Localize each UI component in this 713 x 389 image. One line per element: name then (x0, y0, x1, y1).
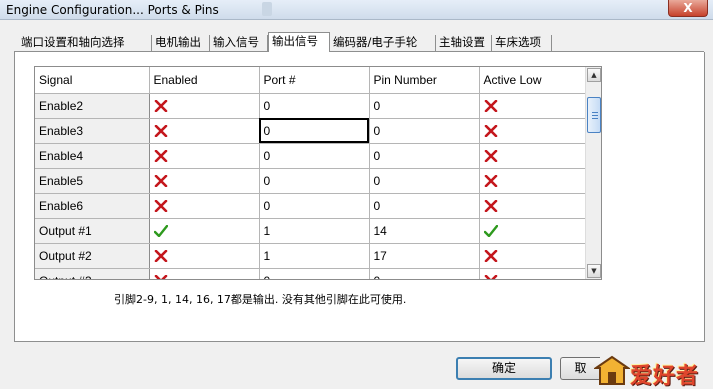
port-number-cell[interactable]: 1 (259, 218, 370, 244)
enabled-toggle[interactable] (149, 193, 260, 219)
red-x-icon (154, 99, 168, 113)
tab-spindle-setup[interactable]: 主轴设置 (436, 35, 492, 52)
port-number-cell[interactable]: 1 (259, 243, 370, 269)
enabled-toggle[interactable] (149, 143, 260, 169)
red-x-icon (484, 249, 498, 263)
red-x-icon (484, 199, 498, 213)
window-title: Engine Configuration... Ports & Pins (6, 3, 219, 17)
table-row[interactable]: Enable6 0 0 (35, 193, 588, 219)
signal-name-cell[interactable]: Output #3 (35, 268, 150, 279)
port-number-cell[interactable]: 0 (259, 93, 370, 119)
signal-name-cell[interactable]: Enable2 (35, 93, 150, 119)
signal-name-cell[interactable]: Enable4 (35, 143, 150, 169)
red-x-icon (154, 149, 168, 163)
tab-motor-outputs[interactable]: 电机输出 (152, 35, 210, 52)
red-x-icon (484, 274, 498, 279)
port-number-cell[interactable]: 0 (259, 268, 370, 279)
enabled-toggle[interactable] (149, 93, 260, 119)
pin-number-cell[interactable]: 0 (369, 193, 480, 219)
table-row[interactable]: Enable2 0 0 (35, 93, 588, 119)
signal-name-cell[interactable]: Output #1 (35, 218, 150, 244)
enabled-toggle[interactable] (149, 118, 260, 144)
watermark-logo: 爱好者 (584, 350, 713, 389)
port-number-cell[interactable]: 0 (259, 143, 370, 169)
pin-number-cell[interactable]: 0 (369, 168, 480, 194)
close-button[interactable]: X (668, 0, 708, 17)
port-number-cell[interactable]: 0 (259, 168, 370, 194)
table-row[interactable]: Output #3 00 (35, 268, 588, 279)
column-header-pin-number[interactable]: Pin Number (369, 67, 480, 94)
title-bar: Engine Configuration... Ports & Pins X (0, 0, 713, 20)
tab-lathe-options[interactable]: 车床选项 (492, 35, 552, 52)
active-low-toggle[interactable] (479, 118, 588, 144)
enabled-toggle[interactable] (149, 243, 260, 269)
active-low-toggle[interactable] (479, 268, 588, 279)
scroll-thumb[interactable] (587, 97, 601, 133)
pin-number-cell[interactable]: 0 (369, 118, 480, 144)
table-row[interactable]: Output #2 1 17 (35, 243, 588, 269)
signals-table: Signal Enabled Port # Pin Number Active … (35, 67, 588, 279)
red-x-icon (154, 174, 168, 188)
signal-name-cell[interactable]: Output #2 (35, 243, 150, 269)
signal-name-cell[interactable]: Enable6 (35, 193, 150, 219)
red-x-icon (154, 199, 168, 213)
enabled-toggle[interactable] (149, 218, 260, 244)
pin-number-cell[interactable]: 0 (369, 93, 480, 119)
enabled-toggle[interactable] (149, 268, 260, 279)
red-x-icon (484, 99, 498, 113)
column-header-active-low[interactable]: Active Low (479, 67, 588, 94)
red-x-icon (154, 124, 168, 138)
tab-input-signals[interactable]: 输入信号 (210, 35, 268, 52)
table-row[interactable]: Enable4 0 0 (35, 143, 588, 169)
red-x-icon (484, 174, 498, 188)
green-check-icon (153, 224, 168, 238)
tab-port-axis[interactable]: 端口设置和轴向选择 (18, 35, 152, 52)
active-low-toggle[interactable] (479, 218, 588, 244)
tab-encoder-mpg[interactable]: 编码器/电子手轮 (330, 35, 436, 52)
active-low-toggle[interactable] (479, 193, 588, 219)
signal-name-cell[interactable]: Enable3 (35, 118, 150, 144)
title-bar-decoration (262, 2, 272, 16)
pin-info-text: 引脚2-9, 1, 14, 16, 17都是输出. 没有其他引脚在此可使用. (114, 293, 407, 306)
enabled-toggle[interactable] (149, 168, 260, 194)
output-signals-grid: Signal Enabled Port # Pin Number Active … (34, 66, 602, 280)
watermark-text: 爱好者 (630, 364, 700, 389)
scroll-up-icon[interactable]: ▲ (587, 68, 601, 82)
signal-name-cell[interactable]: Enable5 (35, 168, 150, 194)
red-x-icon (484, 149, 498, 163)
table-row[interactable]: Output #1 1 14 (35, 218, 588, 244)
table-row[interactable]: Enable5 0 0 (35, 168, 588, 194)
pin-number-cell[interactable]: 0 (369, 143, 480, 169)
scroll-down-icon[interactable]: ▼ (587, 264, 601, 278)
pin-number-cell[interactable]: 17 (369, 243, 480, 269)
green-check-icon (483, 224, 498, 238)
active-low-toggle[interactable] (479, 168, 588, 194)
active-low-toggle[interactable] (479, 243, 588, 269)
pin-number-cell[interactable]: 14 (369, 218, 480, 244)
port-number-cell[interactable]: 0 (259, 193, 370, 219)
active-low-toggle[interactable] (479, 93, 588, 119)
ok-button[interactable]: 确定 (456, 357, 552, 380)
active-low-toggle[interactable] (479, 143, 588, 169)
column-header-signal[interactable]: Signal (35, 67, 150, 94)
tab-strip: 端口设置和轴向选择 电机输出 输入信号 输出信号 编码器/电子手轮 主轴设置 车… (14, 32, 704, 53)
vertical-scrollbar[interactable]: ▲ ▼ (585, 67, 601, 279)
pin-number-cell[interactable]: 0 (369, 268, 480, 279)
port-number-cell[interactable]: 0 (259, 118, 370, 144)
red-x-icon (154, 249, 168, 263)
column-header-enabled[interactable]: Enabled (149, 67, 260, 94)
table-row[interactable]: Enable3 0 0 (35, 118, 588, 144)
red-x-icon (154, 274, 168, 279)
tab-output-signals[interactable]: 输出信号 (268, 32, 330, 53)
column-header-port[interactable]: Port # (259, 67, 370, 94)
logo-mark-icon (594, 355, 630, 385)
table-header-row: Signal Enabled Port # Pin Number Active … (35, 67, 588, 94)
red-x-icon (484, 124, 498, 138)
